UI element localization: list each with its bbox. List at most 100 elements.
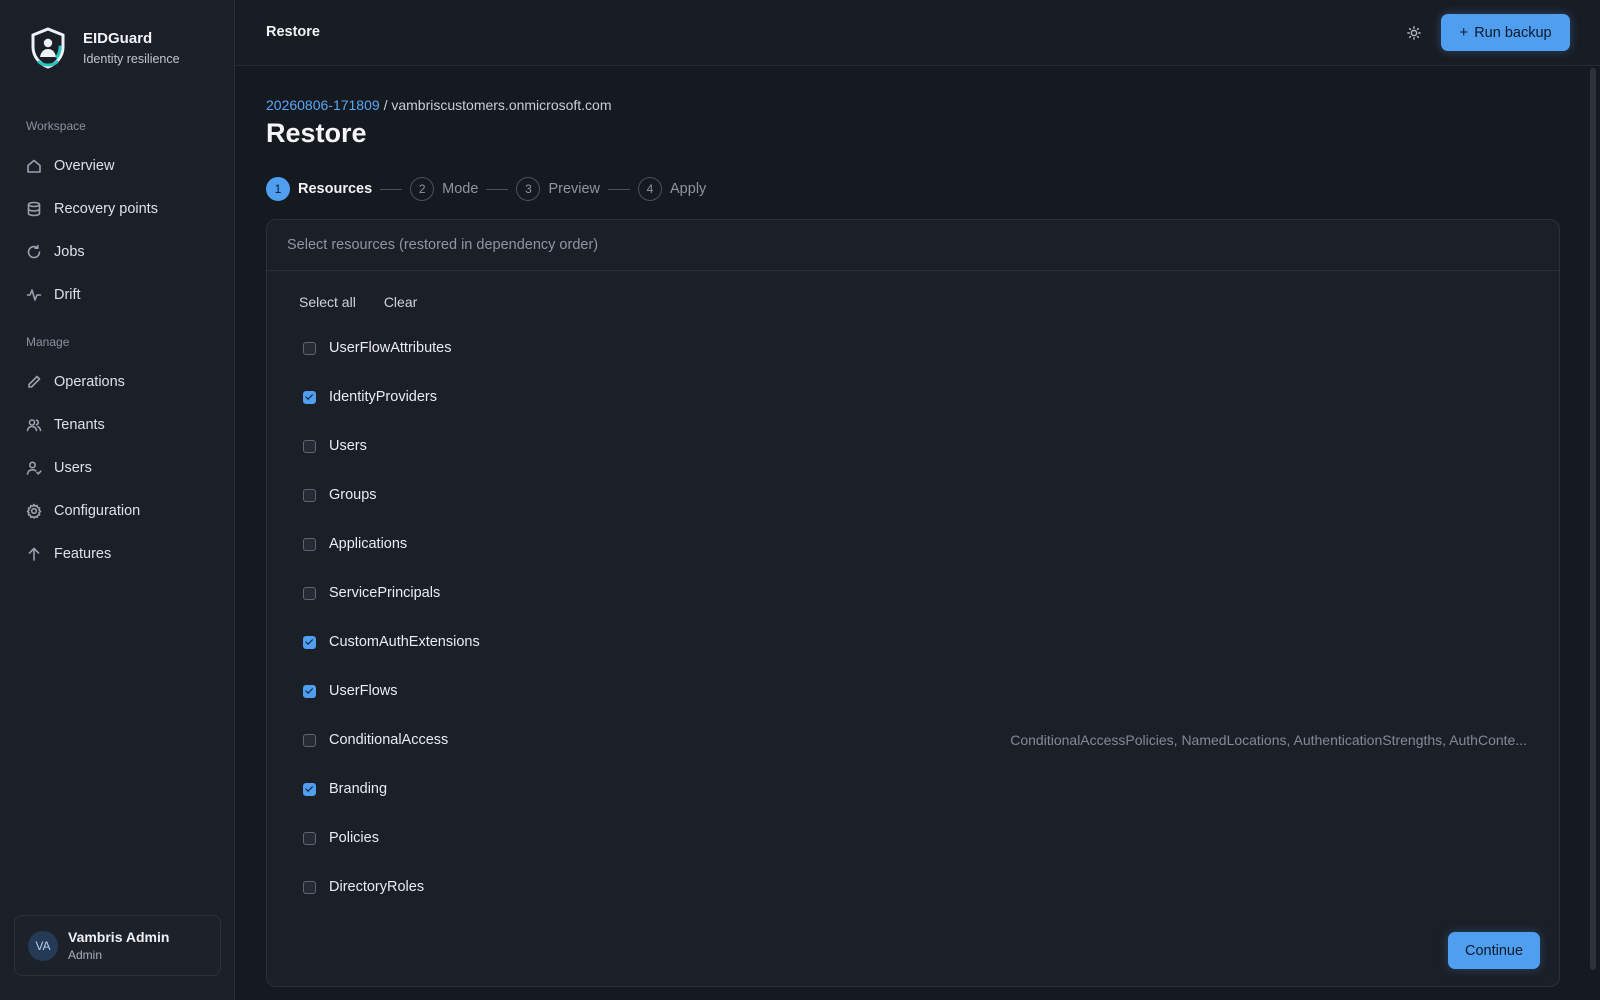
sidebar-item-label: Tenants: [54, 417, 105, 433]
resource-checkbox[interactable]: [303, 880, 316, 894]
step-resources[interactable]: 1 Resources: [266, 177, 372, 201]
user-card[interactable]: VA Vambris Admin Admin: [14, 915, 221, 976]
resource-checkbox[interactable]: [303, 635, 316, 649]
step-preview[interactable]: 3 Preview: [516, 177, 600, 201]
page-title: Restore: [266, 118, 367, 148]
brand-name: EIDGuard: [83, 30, 153, 47]
sidebar: EIDGuard Identity resilience Workspace O…: [0, 0, 235, 1000]
theme-toggle-button[interactable]: [1404, 23, 1424, 43]
resource-checkbox[interactable]: [303, 684, 316, 698]
activity-icon: [26, 287, 42, 303]
breadcrumb-recovery-point-link[interactable]: 20260806-171809: [266, 97, 380, 113]
shield-user-icon: [31, 27, 65, 69]
resource-checkbox[interactable]: [303, 439, 316, 453]
nav-section-workspace: Workspace: [26, 119, 86, 133]
sidebar-item-tenants[interactable]: Tenants: [26, 410, 216, 440]
user-name: Vambris Admin: [68, 929, 170, 945]
resource-checkbox[interactable]: [303, 831, 316, 845]
resource-row[interactable]: Applications: [303, 534, 1561, 554]
step-label: Apply: [670, 181, 707, 197]
brand[interactable]: EIDGuard Identity resilience: [29, 27, 180, 69]
sidebar-item-recovery-points[interactable]: Recovery points: [26, 194, 216, 224]
resource-row[interactable]: Branding: [303, 779, 1561, 799]
breadcrumb: 20260806-171809 / vambriscustomers.onmic…: [266, 97, 612, 113]
resource-checkbox[interactable]: [303, 390, 316, 404]
resource-label: Policies: [329, 830, 379, 846]
step-label: Preview: [548, 181, 601, 197]
resource-row[interactable]: UserFlowAttributes: [303, 338, 1561, 358]
resource-row[interactable]: IdentityProviders: [303, 387, 1561, 407]
arrow-up-icon: [26, 546, 42, 562]
resource-label: IdentityProviders: [329, 389, 437, 405]
topbar-title: Restore: [266, 24, 320, 40]
step-mode[interactable]: 2 Mode: [410, 177, 478, 201]
sidebar-item-label: Operations: [54, 374, 125, 390]
resource-row[interactable]: CustomAuthExtensions: [303, 632, 1561, 652]
stepper: 1 Resources 2 Mode 3 Preview 4 Apply: [266, 177, 706, 201]
resource-row[interactable]: ServicePrincipals: [303, 583, 1561, 603]
pencil-icon: [26, 374, 42, 390]
resource-row[interactable]: Groups: [303, 485, 1561, 505]
step-label: Resources: [298, 181, 373, 197]
panel-heading: Select resources (restored in dependency…: [267, 220, 1559, 271]
breadcrumb-separator: /: [383, 97, 388, 113]
resource-row[interactable]: UserFlows: [303, 681, 1561, 701]
sidebar-item-label: Users: [54, 460, 92, 476]
sidebar-item-configuration[interactable]: Configuration: [26, 496, 216, 526]
resource-checkbox[interactable]: [303, 586, 316, 600]
sidebar-item-overview[interactable]: Overview: [26, 151, 216, 181]
step-number: 3: [516, 177, 541, 201]
resource-label: UserFlows: [329, 683, 398, 699]
resource-checkbox[interactable]: [303, 782, 316, 796]
run-backup-button[interactable]: + Run backup: [1441, 14, 1570, 51]
resource-checkbox[interactable]: [303, 733, 316, 747]
resource-checkbox[interactable]: [303, 537, 316, 551]
run-backup-label: Run backup: [1474, 24, 1552, 41]
resource-label: ConditionalAccess: [329, 732, 449, 748]
resource-checkbox[interactable]: [303, 488, 316, 502]
resource-checkbox[interactable]: [303, 341, 316, 355]
step-number: 2: [410, 177, 435, 201]
clear-button[interactable]: Clear: [384, 294, 417, 310]
avatar: VA: [28, 930, 58, 961]
resource-label: UserFlowAttributes: [329, 340, 452, 356]
sidebar-item-label: Recovery points: [54, 201, 158, 217]
resource-label: Groups: [329, 487, 377, 503]
sidebar-item-drift[interactable]: Drift: [26, 280, 216, 310]
resource-row[interactable]: ConditionalAccess ConditionalAccessPolici…: [303, 730, 1561, 750]
resource-detail: ConditionalAccessPolicies, NamedLocation…: [1010, 732, 1527, 748]
sidebar-item-operations[interactable]: Operations: [26, 367, 216, 397]
sidebar-item-label: Overview: [54, 158, 115, 174]
nav-section-manage: Manage: [26, 335, 70, 349]
resource-row[interactable]: DirectoryRoles: [303, 877, 1561, 897]
resource-row[interactable]: Policies: [303, 828, 1561, 848]
main-scrollbar[interactable]: [1590, 68, 1596, 970]
resource-row[interactable]: Users: [303, 436, 1561, 456]
user-role: Admin: [68, 948, 103, 962]
home-icon: [26, 158, 42, 174]
sidebar-item-users[interactable]: Users: [26, 453, 216, 483]
resource-label: DirectoryRoles: [329, 879, 425, 895]
brand-tagline: Identity resilience: [83, 52, 180, 66]
continue-button[interactable]: Continue: [1448, 932, 1540, 969]
sidebar-item-label: Configuration: [54, 503, 141, 519]
step-number: 1: [266, 177, 290, 201]
sidebar-item-features[interactable]: Features: [26, 539, 216, 569]
step-apply[interactable]: 4 Apply: [638, 177, 706, 201]
resource-label: CustomAuthExtensions: [329, 634, 480, 650]
users-icon: [26, 417, 42, 433]
select-all-button[interactable]: Select all: [299, 294, 356, 310]
step-connector: [380, 188, 403, 190]
step-connector: [486, 188, 509, 190]
step-number: 4: [638, 177, 663, 201]
step-connector: [608, 188, 631, 190]
resource-label: Applications: [329, 536, 408, 552]
sidebar-item-label: Features: [54, 546, 112, 562]
resources-panel: Select resources (restored in dependency…: [266, 219, 1560, 987]
sun-icon: [1407, 26, 1421, 40]
plus-icon: +: [1459, 24, 1469, 41]
topbar: Restore + Run backup: [236, 0, 1600, 66]
gear-icon: [26, 503, 42, 519]
sidebar-item-jobs[interactable]: Jobs: [26, 237, 216, 267]
database-icon: [26, 201, 42, 217]
